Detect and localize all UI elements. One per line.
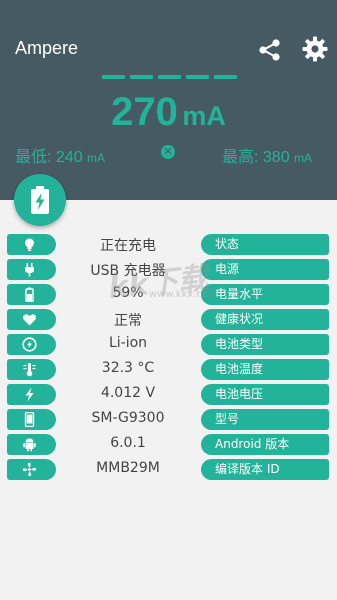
row-value: 正在充电 bbox=[100, 238, 156, 254]
min-reading: 最低: 240 mA bbox=[15, 143, 105, 167]
info-row-status: 正在充电 状态 bbox=[0, 233, 337, 258]
row-value: 32.3 °C bbox=[101, 360, 155, 376]
row-label: 电量水平 bbox=[201, 284, 329, 305]
row-icon-pill bbox=[7, 334, 56, 355]
info-row-android-version: 6.0.1 Android 版本 bbox=[0, 433, 337, 458]
info-row-build-id: MMB29M 编译版本 ID bbox=[0, 458, 337, 483]
row-icon-pill bbox=[7, 359, 56, 380]
row-value: SM-G9300 bbox=[91, 410, 165, 426]
watermark-url: www.kkx.net bbox=[149, 289, 213, 300]
progress-dashes bbox=[102, 75, 237, 79]
info-row-model: SM-G9300 型号 bbox=[0, 408, 337, 433]
row-icon-pill bbox=[7, 384, 56, 405]
current-unit: mA bbox=[182, 101, 226, 131]
phone-icon bbox=[24, 412, 35, 427]
row-icon-pill bbox=[7, 284, 56, 305]
row-label: 型号 bbox=[201, 409, 329, 430]
plug-icon bbox=[25, 263, 34, 277]
android-icon bbox=[23, 438, 36, 452]
row-value: Li-ion bbox=[108, 335, 148, 351]
row-icon-pill bbox=[7, 309, 56, 330]
info-row-temperature: 32.3 °C 电池温度 bbox=[0, 358, 337, 383]
row-value: 6.0.1 bbox=[110, 435, 146, 451]
dash bbox=[102, 75, 125, 79]
current-reading: 270 mA bbox=[0, 90, 337, 135]
reset-button[interactable]: ✕ bbox=[161, 145, 175, 159]
row-icon-pill bbox=[7, 409, 56, 430]
max-value: 最高: 380 bbox=[222, 149, 290, 166]
bulb-icon bbox=[25, 238, 34, 251]
row-value: 4.012 V bbox=[100, 385, 156, 401]
row-icon-pill bbox=[7, 459, 56, 480]
battery-fab-button[interactable] bbox=[14, 174, 66, 226]
row-label: 健康状况 bbox=[201, 309, 329, 330]
battery-type-icon bbox=[22, 337, 37, 352]
row-label: 编译版本 ID bbox=[201, 459, 329, 480]
settings-button[interactable] bbox=[301, 35, 329, 63]
max-reading: 最高: 380 mA bbox=[222, 143, 312, 167]
app-header: Ampere 270 mA 最低: 240 mA ✕ 最高: 380 mA bbox=[0, 0, 337, 200]
share-icon bbox=[259, 39, 280, 61]
min-value: 最低: 240 bbox=[15, 149, 83, 166]
lightning-icon bbox=[25, 387, 34, 402]
app-title: Ampere bbox=[15, 38, 79, 58]
thermometer-icon bbox=[23, 363, 36, 377]
info-row-voltage: 4.012 V 电池电压 bbox=[0, 383, 337, 408]
battery-level-icon bbox=[25, 287, 34, 302]
row-label: Android 版本 bbox=[201, 434, 329, 455]
row-icon-pill bbox=[7, 234, 56, 255]
gear-icon bbox=[302, 36, 328, 62]
info-row-battery-type: Li-ion 电池类型 bbox=[0, 333, 337, 358]
row-value: 正常 bbox=[114, 313, 142, 329]
dash bbox=[130, 75, 153, 79]
fan-icon bbox=[22, 462, 37, 477]
row-icon-pill bbox=[7, 434, 56, 455]
row-label: 电池温度 bbox=[201, 359, 329, 380]
min-unit: mA bbox=[87, 151, 106, 165]
row-label: 电池电压 bbox=[201, 384, 329, 405]
current-value: 270 bbox=[111, 90, 178, 134]
dash bbox=[186, 75, 209, 79]
max-unit: mA bbox=[294, 151, 313, 165]
dash bbox=[158, 75, 181, 79]
share-button[interactable] bbox=[256, 36, 284, 64]
close-icon: ✕ bbox=[163, 145, 173, 158]
dash bbox=[214, 75, 237, 79]
row-icon-pill bbox=[7, 259, 56, 280]
row-value: MMB29M bbox=[96, 460, 160, 476]
row-label: 电池类型 bbox=[201, 334, 329, 355]
info-row-health: 正常 健康状况 bbox=[0, 308, 337, 333]
row-label: 状态 bbox=[201, 234, 329, 255]
battery-charging-icon bbox=[31, 186, 49, 214]
heart-icon bbox=[23, 314, 36, 326]
row-label: 电源 bbox=[201, 259, 329, 280]
